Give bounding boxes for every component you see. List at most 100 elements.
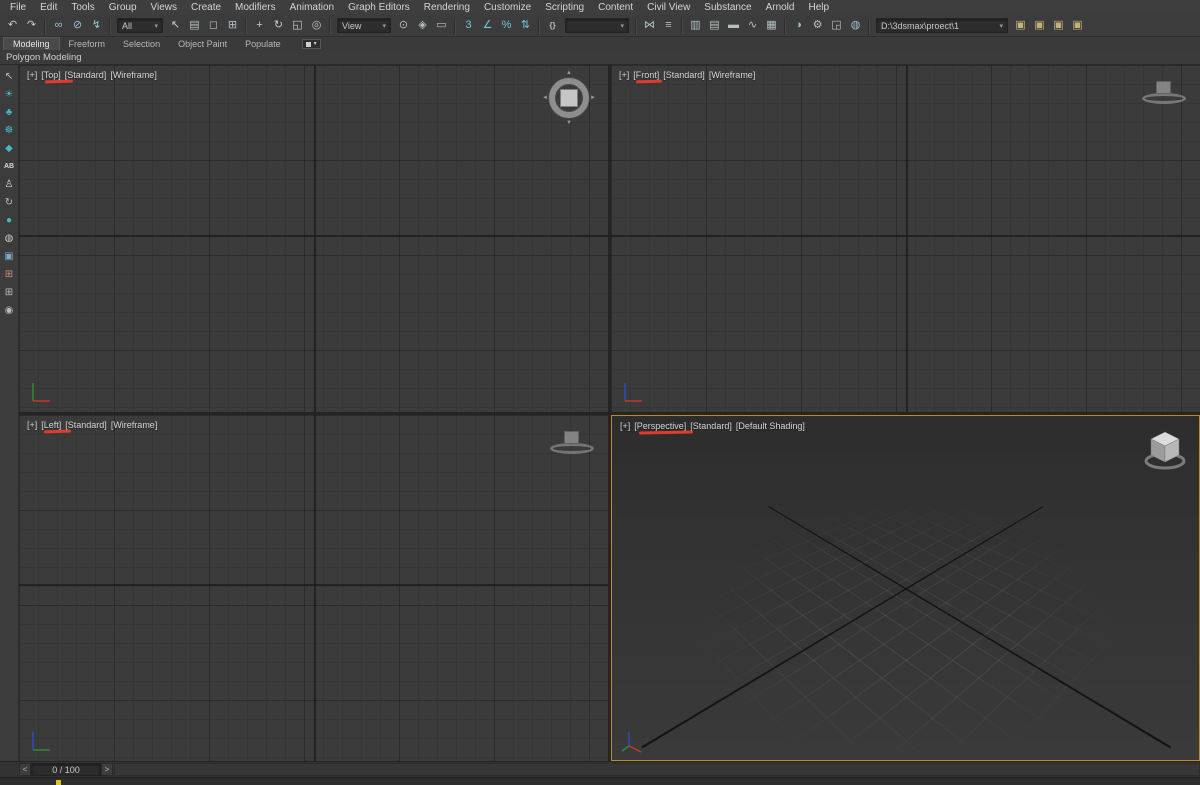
viewcube-arrow-down-icon[interactable]: ▼	[566, 120, 572, 126]
menu-item-rendering[interactable]: Rendering	[417, 0, 477, 15]
undo-icon[interactable]: ↶	[3, 16, 22, 35]
menu-item-modifiers[interactable]: Modifiers	[228, 0, 283, 15]
redo-icon[interactable]: ↷	[22, 16, 41, 35]
select-by-name-icon[interactable]: ▤	[185, 16, 204, 35]
rendered-frame-window-icon[interactable]: ◲	[827, 16, 846, 35]
fan-icon[interactable]: ☸	[5, 124, 14, 137]
ribbon-tab-freeform[interactable]: Freeform	[60, 38, 115, 50]
viewcube-arrow-up-icon[interactable]: ▲	[566, 70, 572, 76]
percent-snap-toggle-icon[interactable]: %	[497, 16, 516, 35]
material-editor-icon[interactable]: ◑	[789, 16, 808, 35]
curve-editor-icon[interactable]: ∿	[743, 16, 762, 35]
time-previous-button[interactable]: <	[19, 763, 31, 776]
named-selection-sets-dropdown[interactable]: ▾	[565, 18, 629, 33]
menu-item-create[interactable]: Create	[184, 0, 228, 15]
use-pivot-point-center-icon[interactable]: ⊙	[394, 16, 413, 35]
menu-item-group[interactable]: Group	[102, 0, 144, 15]
person-icon[interactable]: ♙	[5, 178, 14, 191]
menu-item-content[interactable]: Content	[591, 0, 640, 15]
viewport-menu-pov[interactable]: [Top]	[41, 70, 61, 80]
menu-item-arnold[interactable]: Arnold	[759, 0, 802, 15]
project-path-field[interactable]: D:\3dsmax\proect\1 ▾	[876, 18, 1008, 33]
ribbon-tab-populate[interactable]: Populate	[236, 38, 290, 50]
menu-item-help[interactable]: Help	[801, 0, 836, 15]
viewcube-arrow-right-icon[interactable]: ►	[590, 95, 596, 101]
ribbon-tab-selection[interactable]: Selection	[114, 38, 169, 50]
menu-item-animation[interactable]: Animation	[283, 0, 341, 15]
menu-item-scripting[interactable]: Scripting	[538, 0, 591, 15]
viewcube[interactable]: ◄ ► ▲ ▼	[542, 70, 596, 126]
mirror-icon[interactable]: ⋈	[640, 16, 659, 35]
snaps-toggle-icon[interactable]: 3	[459, 16, 478, 35]
viewport-menu-standard[interactable]: [Standard]	[690, 421, 732, 431]
render-preset-b-icon[interactable]: ▣	[1030, 16, 1049, 35]
toggle-ribbon-icon[interactable]: ▬	[724, 16, 743, 35]
viewport-menu-pov[interactable]: [Perspective]	[634, 421, 686, 431]
viewport-menu-standard[interactable]: [Standard]	[65, 70, 107, 80]
menu-item-graph-editors[interactable]: Graph Editors	[341, 0, 417, 15]
sphere-icon[interactable]: ●	[6, 214, 12, 227]
spinner-snap-toggle-icon[interactable]: ⇅	[516, 16, 535, 35]
ab-text-icon[interactable]: AB	[4, 160, 14, 173]
viewport-menu-general[interactable]: [+]	[619, 70, 629, 80]
viewport-menu-standard[interactable]: [Standard]	[663, 70, 705, 80]
menu-item-views[interactable]: Views	[144, 0, 185, 15]
viewport-perspective[interactable]: [+] [Perspective] [Standard] [Default Sh…	[611, 414, 1200, 761]
menu-item-tools[interactable]: Tools	[64, 0, 101, 15]
select-and-link-icon[interactable]: ∞	[49, 16, 68, 35]
droplet-icon[interactable]: ◆	[5, 142, 13, 155]
viewcube[interactable]	[1142, 81, 1186, 104]
viewcube-arrow-left-icon[interactable]: ◄	[542, 95, 548, 101]
select-and-scale-icon[interactable]: ◱	[288, 16, 307, 35]
toggle-scene-explorer-icon[interactable]: ▥	[686, 16, 705, 35]
viewport-menu-general[interactable]: [+]	[27, 70, 37, 80]
viewport-menu-shading[interactable]: [Wireframe]	[111, 420, 158, 430]
viewport-left[interactable]: [+] [Left] [Standard] [Wireframe]	[19, 414, 608, 761]
render-preset-a-icon[interactable]: ▣	[1011, 16, 1030, 35]
monitor-icon[interactable]: ▣	[4, 250, 13, 263]
bulb-icon[interactable]: ◍	[5, 232, 14, 245]
toggle-layer-explorer-icon[interactable]: ▤	[705, 16, 724, 35]
align-icon[interactable]: ≡	[659, 16, 678, 35]
viewcube[interactable]	[550, 430, 594, 454]
ribbon-panel-title[interactable]: Polygon Modeling	[6, 52, 82, 63]
selection-filter-dropdown[interactable]: All ▾	[117, 18, 163, 33]
render-production-icon[interactable]: ◍	[846, 16, 865, 35]
menu-item-file[interactable]: File	[3, 0, 33, 15]
render-setup-icon[interactable]: ⚙	[808, 16, 827, 35]
viewport-menu-general[interactable]: [+]	[620, 421, 630, 431]
window-crossing-icon[interactable]: ⊞	[223, 16, 242, 35]
select-tool-icon[interactable]: ↖	[5, 70, 13, 83]
time-next-button[interactable]: >	[101, 763, 113, 776]
eye-icon[interactable]: ◉	[5, 304, 14, 317]
ribbon-tab-object-paint[interactable]: Object Paint	[169, 38, 236, 50]
viewport-menu-standard[interactable]: [Standard]	[65, 420, 107, 430]
viewport-menu-pov[interactable]: [Front]	[633, 70, 659, 80]
render-preset-c-icon[interactable]: ▣	[1049, 16, 1068, 35]
select-and-manipulate-icon[interactable]: ◈	[413, 16, 432, 35]
edit-named-selection-sets-icon[interactable]: {}	[543, 16, 562, 35]
viewport-menu-general[interactable]: [+]	[27, 420, 37, 430]
timeline-key-marker[interactable]	[56, 780, 61, 785]
rotate-icon[interactable]: ↻	[5, 196, 13, 209]
viewport-menu-shading[interactable]: [Default Shading]	[736, 421, 805, 431]
select-and-move-icon[interactable]: +	[250, 16, 269, 35]
ribbon-tab-modeling[interactable]: Modeling	[3, 37, 60, 50]
keyboard-shortcut-override-icon[interactable]: ▭	[432, 16, 451, 35]
viewport-front[interactable]: [+] [Front] [Standard] [Wireframe]	[611, 65, 1200, 412]
plant-icon[interactable]: ♣	[6, 106, 13, 119]
viewport-menu-shading[interactable]: [Wireframe]	[110, 70, 157, 80]
menu-item-civil-view[interactable]: Civil View	[640, 0, 697, 15]
viewport-menu-shading[interactable]: [Wireframe]	[709, 70, 756, 80]
light-icon[interactable]: ☀	[5, 88, 14, 101]
viewport-top[interactable]: [+] [Top] [Standard] [Wireframe] ◄ ► ▲ ▼	[19, 65, 608, 412]
select-object-icon[interactable]: ↖	[166, 16, 185, 35]
bind-to-space-warp-icon[interactable]: ↯	[87, 16, 106, 35]
menu-item-edit[interactable]: Edit	[33, 0, 64, 15]
menu-item-customize[interactable]: Customize	[477, 0, 538, 15]
render-preset-d-icon[interactable]: ▣	[1068, 16, 1087, 35]
plus-box-icon[interactable]: ⊞	[5, 286, 13, 299]
schematic-view-icon[interactable]: ▦	[762, 16, 781, 35]
angle-snap-toggle-icon[interactable]: ∠	[478, 16, 497, 35]
ribbon-config-button[interactable]: ▾	[301, 39, 321, 49]
